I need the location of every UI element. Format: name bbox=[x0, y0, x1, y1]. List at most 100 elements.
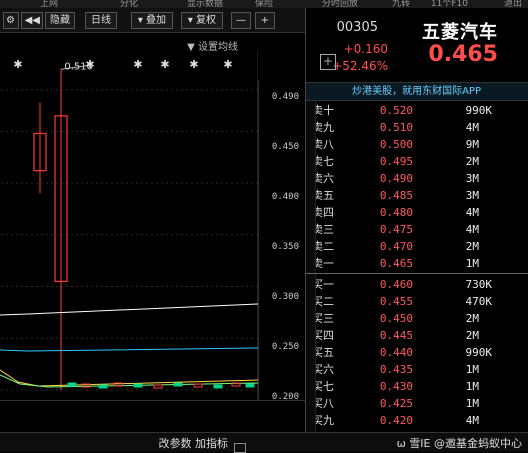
small-candle bbox=[173, 382, 183, 387]
order-book-row[interactable]: 买二 0.455 470K bbox=[306, 294, 528, 310]
order-book-row[interactable]: 买一 0.460 730K bbox=[306, 277, 528, 293]
hide-button[interactable]: 隐藏 bbox=[45, 12, 75, 29]
order-book-scroll-edge[interactable] bbox=[305, 101, 316, 432]
order-price: 0.470 bbox=[380, 240, 414, 253]
y-axis-tick-label: 0.300 bbox=[271, 292, 299, 302]
order-price: 0.475 bbox=[380, 223, 414, 236]
prev-button[interactable]: ◀◀ bbox=[21, 12, 43, 29]
order-volume: 990K bbox=[466, 104, 493, 117]
event-marker: ✱ bbox=[133, 58, 142, 71]
adjust-button[interactable]: 复权 ▾ bbox=[181, 12, 223, 29]
interval-button[interactable]: 日线 bbox=[85, 12, 117, 29]
order-book-row[interactable]: 卖五 0.485 3M bbox=[306, 188, 528, 204]
order-price: 0.520 bbox=[380, 104, 414, 117]
order-volume: 990K bbox=[466, 346, 493, 359]
event-marker: ✱ bbox=[189, 58, 198, 71]
gear-icon: ⚙ bbox=[6, 15, 16, 26]
order-book-row[interactable]: 卖十 0.520 990K bbox=[306, 103, 528, 119]
order-book-row[interactable]: 卖七 0.495 2M bbox=[306, 154, 528, 170]
overlay-button[interactable]: 叠加 ▾ bbox=[131, 12, 173, 29]
order-price: 0.425 bbox=[380, 397, 414, 410]
promo-banner[interactable]: 炒港美股，就用东财国际APP bbox=[306, 83, 528, 101]
candlestick-chart: ✱✱✱✱✱✱ 0.510 bbox=[0, 50, 258, 400]
order-book-row[interactable]: 卖一 0.465 1M bbox=[306, 256, 528, 272]
order-book-row[interactable]: 买七 0.430 1M bbox=[306, 379, 528, 395]
order-book-row[interactable]: 卖四 0.480 4M bbox=[306, 205, 528, 221]
order-book-row[interactable]: 买五 0.440 990K bbox=[306, 345, 528, 361]
order-level-label: 买五 bbox=[312, 346, 334, 359]
small-candle bbox=[193, 383, 203, 388]
price-change-percent: +52.46% bbox=[332, 59, 388, 73]
order-price: 0.420 bbox=[380, 414, 414, 427]
order-level-label: 买三 bbox=[312, 312, 334, 325]
small-candle bbox=[245, 383, 255, 388]
order-volume: 2M bbox=[466, 312, 480, 325]
bid-ask-divider bbox=[306, 273, 528, 274]
order-price: 0.460 bbox=[380, 278, 414, 291]
small-candle bbox=[113, 382, 123, 387]
order-level-label: 买二 bbox=[312, 295, 334, 308]
order-level-label: 卖二 bbox=[312, 240, 334, 253]
order-book-row[interactable]: 卖八 0.500 9M bbox=[306, 137, 528, 153]
panel-divider[interactable] bbox=[305, 8, 306, 451]
event-marker: ✱ bbox=[223, 58, 232, 71]
order-volume: 4M bbox=[466, 414, 480, 427]
small-candle bbox=[213, 384, 223, 389]
order-level-label: 卖四 bbox=[312, 206, 334, 219]
y-axis-tick-label: 0.400 bbox=[271, 192, 299, 202]
status-bar: ω 雪IE @邀基金蚂蚁中心 改参数 加指标 bbox=[0, 432, 528, 452]
order-level-label: 卖六 bbox=[312, 172, 334, 185]
small-candle bbox=[81, 383, 91, 388]
order-volume: 9M bbox=[466, 138, 480, 151]
order-book-row[interactable]: 卖九 0.510 4M bbox=[306, 120, 528, 136]
order-volume: 2M bbox=[466, 329, 480, 342]
order-book-row[interactable]: 卖三 0.475 4M bbox=[306, 222, 528, 238]
order-price: 0.440 bbox=[380, 346, 414, 359]
order-price: 0.450 bbox=[380, 312, 414, 325]
status-left-text: ω 雪IE @邀基金蚂蚁中心 bbox=[396, 437, 522, 450]
small-candle bbox=[153, 384, 163, 389]
order-level-label: 买六 bbox=[312, 363, 334, 376]
order-volume: 730K bbox=[466, 278, 493, 291]
order-book-row[interactable]: 卖二 0.470 2M bbox=[306, 239, 528, 255]
event-marker: ✱ bbox=[13, 58, 22, 71]
order-price: 0.455 bbox=[380, 295, 414, 308]
status-right-text[interactable]: 改参数 加指标 bbox=[159, 435, 229, 451]
order-price: 0.510 bbox=[380, 121, 414, 134]
order-book-row[interactable]: 买六 0.435 1M bbox=[306, 362, 528, 378]
order-level-label: 卖一 bbox=[312, 257, 334, 270]
order-volume: 4M bbox=[466, 121, 480, 134]
order-level-label: 卖九 bbox=[312, 121, 334, 134]
order-level-label: 卖十 bbox=[312, 104, 334, 117]
order-book-row[interactable]: 买三 0.450 2M bbox=[306, 311, 528, 327]
order-volume: 2M bbox=[466, 240, 480, 253]
add-watchlist-button[interactable]: + bbox=[320, 54, 336, 70]
ma-line bbox=[0, 303, 258, 316]
order-book: 卖十 0.520 990K 卖九 0.510 4M 卖八 0.500 9M 卖七 0.495 2M 卖六… bbox=[306, 101, 528, 432]
order-book-row[interactable]: 买四 0.445 2M bbox=[306, 328, 528, 344]
chart-separator bbox=[0, 400, 305, 401]
order-volume: 1M bbox=[466, 363, 480, 376]
order-level-label: 买一 bbox=[312, 278, 334, 291]
checkbox[interactable] bbox=[234, 443, 246, 453]
order-book-row[interactable]: 买八 0.425 1M bbox=[306, 396, 528, 412]
order-volume: 3M bbox=[466, 172, 480, 185]
order-price: 0.500 bbox=[380, 138, 414, 151]
small-candle bbox=[231, 382, 241, 387]
order-book-row[interactable]: 卖六 0.490 3M bbox=[306, 171, 528, 187]
order-price: 0.485 bbox=[380, 189, 414, 202]
order-level-label: 卖五 bbox=[312, 189, 334, 202]
order-book-row[interactable]: 买九 0.420 4M bbox=[306, 413, 528, 429]
quote-header: 00305 五菱汽车 0.465 +0.160 +52.46% + bbox=[306, 8, 528, 83]
order-price: 0.480 bbox=[380, 206, 414, 219]
settings-button[interactable]: ⚙ bbox=[3, 12, 19, 29]
zoom-in-button[interactable]: + bbox=[255, 12, 275, 29]
order-volume: 4M bbox=[466, 206, 480, 219]
zoom-out-button[interactable]: — bbox=[231, 12, 251, 29]
order-volume: 1M bbox=[466, 397, 480, 410]
order-level-label: 卖八 bbox=[312, 138, 334, 151]
high-annotation: 0.510 bbox=[64, 61, 93, 72]
y-axis-tick-label: 0.250 bbox=[271, 342, 299, 352]
order-price: 0.490 bbox=[380, 172, 414, 185]
small-candle bbox=[133, 383, 143, 388]
